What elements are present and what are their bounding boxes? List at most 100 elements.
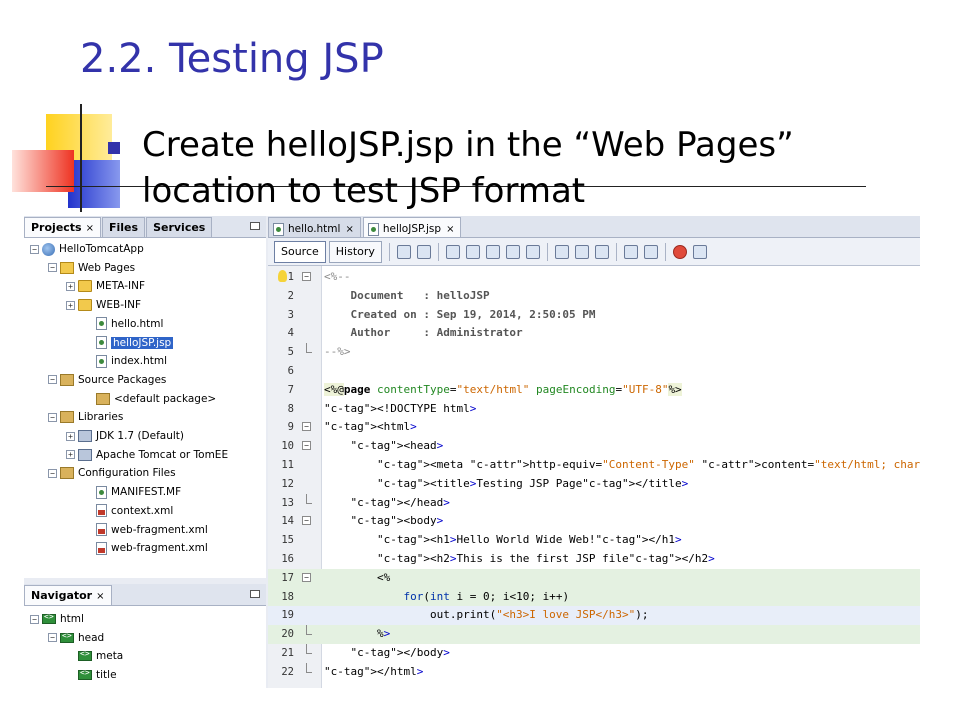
forward-history-icon[interactable] xyxy=(416,244,431,259)
bullet-square-icon xyxy=(108,142,120,154)
expand-icon[interactable]: + xyxy=(66,300,75,310)
code-line[interactable]: 1− <%-- xyxy=(268,268,920,287)
back-history-icon[interactable] xyxy=(396,244,411,259)
tree-node[interactable]: − Source Packages xyxy=(48,371,166,389)
editor-tab-hellojsp[interactable]: helloJSP.jsp × xyxy=(362,217,462,237)
history-button[interactable]: History xyxy=(328,240,382,263)
find-previous-icon[interactable] xyxy=(465,244,480,259)
expand-icon[interactable]: + xyxy=(66,450,75,460)
shift-right-icon[interactable] xyxy=(643,244,658,259)
tree-node-label: WEB-INF xyxy=(96,299,141,312)
navigator-node[interactable]: − html xyxy=(30,610,84,628)
collapse-icon[interactable]: − xyxy=(48,412,57,422)
tab-navigator[interactable]: Navigator × xyxy=(24,585,112,605)
find-icon[interactable] xyxy=(445,244,460,259)
slide-title: 2.2. Testing JSP xyxy=(80,36,384,82)
tree-node[interactable]: hello.html xyxy=(84,315,163,333)
code-line[interactable]: 15 "c-tag"><h1>Hello World Wide Web!"c-t… xyxy=(268,531,920,550)
minimize-icon[interactable] xyxy=(250,590,260,598)
tree-node[interactable]: web-fragment.xml xyxy=(84,539,208,557)
toggle-highlight-icon[interactable] xyxy=(525,244,540,259)
close-icon[interactable]: × xyxy=(86,223,94,234)
code-line[interactable]: 11 "c-tag"><meta "c-attr">http-equiv="Co… xyxy=(268,456,920,475)
tree-node[interactable]: − Configuration Files xyxy=(48,464,176,482)
code-line[interactable]: 5 --%> xyxy=(268,343,920,362)
code-line[interactable]: 12 "c-tag"><title>Testing JSP Page"c-tag… xyxy=(268,475,920,494)
close-icon[interactable]: × xyxy=(96,591,104,602)
collapse-icon[interactable]: − xyxy=(48,468,57,478)
close-icon[interactable]: × xyxy=(446,224,454,235)
fold-collapse-icon[interactable]: − xyxy=(302,422,311,432)
toolbar-separator xyxy=(546,242,548,261)
collapse-icon[interactable]: − xyxy=(48,375,57,385)
fold-end-marker xyxy=(306,493,312,504)
tab-services[interactable]: Services xyxy=(146,217,213,237)
code-line[interactable]: 13 "c-tag"></head> xyxy=(268,493,920,513)
expand-icon[interactable]: + xyxy=(66,281,75,291)
code-line[interactable]: 18 for(int i = 0; i<10; i++) xyxy=(268,587,920,607)
fold-collapse-icon[interactable]: − xyxy=(302,272,311,281)
shift-left-icon[interactable] xyxy=(623,244,638,259)
next-bookmark-icon[interactable] xyxy=(574,244,589,259)
code-text: "c-tag"><title>Testing JSP Page"c-tag"><… xyxy=(376,476,689,490)
code-line[interactable]: 21 "c-tag"></body> xyxy=(268,644,920,663)
tree-node-label: Source Packages xyxy=(78,373,167,386)
start-macro-recording-icon[interactable] xyxy=(672,244,687,259)
tree-node[interactable]: web-fragment.xml xyxy=(84,521,208,539)
tab-files[interactable]: Files xyxy=(102,217,146,237)
tree-node-label: helloJSP.jsp xyxy=(111,336,174,349)
tree-node[interactable]: <default package> xyxy=(84,390,216,408)
stop-macro-recording-icon[interactable] xyxy=(692,244,707,259)
code-line[interactable]: 2 Document : helloJSP xyxy=(268,287,920,306)
tree-node[interactable]: − HelloTomcatApp xyxy=(30,240,144,258)
code-line[interactable]: 7 <%@page contentType="text/html" pageEnc… xyxy=(268,381,920,400)
tree-node[interactable]: − Libraries xyxy=(48,408,123,426)
code-line[interactable]: 16 "c-tag"><h2>This is the first JSP fil… xyxy=(268,550,920,569)
fold-collapse-icon[interactable]: − xyxy=(302,516,311,526)
close-icon[interactable]: × xyxy=(345,224,353,235)
collapse-icon[interactable]: − xyxy=(30,614,39,624)
tree-node[interactable]: + META-INF xyxy=(66,277,145,295)
code-line[interactable]: 8 "c-tag"><!DOCTYPE html> xyxy=(268,400,920,419)
tree-node[interactable]: index.html xyxy=(84,352,167,370)
tree-node[interactable]: MANIFEST.MF xyxy=(84,483,181,501)
toggle-bookmark-icon[interactable] xyxy=(594,244,609,259)
find-selection-icon[interactable] xyxy=(505,244,520,259)
tree-node[interactable]: + JDK 1.7 (Default) xyxy=(66,427,184,445)
line-number: 15 xyxy=(281,534,294,547)
code-line[interactable]: 4 Author : Administrator xyxy=(268,324,920,343)
hint-lightbulb-icon[interactable] xyxy=(278,270,287,282)
code-line[interactable]: 20 %> xyxy=(268,625,920,644)
fold-collapse-icon[interactable]: − xyxy=(302,572,311,582)
tree-node[interactable]: − Web Pages xyxy=(48,259,135,277)
navigator-node[interactable]: − head xyxy=(48,629,104,647)
tree-node[interactable]: context.xml xyxy=(84,502,173,520)
editor-tab-hello-html[interactable]: hello.html × xyxy=(268,217,361,237)
minimize-icon[interactable] xyxy=(250,222,260,230)
fold-collapse-icon[interactable]: − xyxy=(302,441,311,451)
tree-node[interactable]: + Apache Tomcat or TomEE xyxy=(66,446,228,464)
code-line[interactable]: 14− "c-tag"><body> xyxy=(268,512,920,531)
navigator-node[interactable]: title xyxy=(66,666,117,684)
code-line[interactable]: 6 xyxy=(268,362,920,381)
line-number: 20 xyxy=(281,628,294,641)
code-line[interactable]: 19 out.print("<h3>I love JSP</h3>"); xyxy=(268,606,920,626)
tree-node[interactable]: + WEB-INF xyxy=(66,296,141,314)
code-line[interactable]: 22 "c-tag"></html> xyxy=(268,662,920,682)
source-button[interactable]: Source xyxy=(274,240,326,263)
code-line[interactable]: 17− <% xyxy=(268,568,920,588)
tree-node[interactable]: helloJSP.jsp xyxy=(84,334,174,352)
code-line[interactable]: 10− "c-tag"><head> xyxy=(268,437,920,456)
collapse-icon[interactable]: − xyxy=(48,633,57,643)
code-line[interactable]: 9− "c-tag"><html> xyxy=(268,418,920,437)
code-text: for(int i = 0; i<10; i++) xyxy=(403,589,570,603)
collapse-icon[interactable]: − xyxy=(48,263,57,273)
previous-bookmark-icon[interactable] xyxy=(554,244,569,259)
code-editor[interactable]: 1− <%-- 2 Document : helloJSP 3 Created on … xyxy=(268,266,920,688)
collapse-icon[interactable]: − xyxy=(30,244,39,254)
code-line[interactable]: 3 Created on : Sep 19, 2014, 2:50:05 PM xyxy=(268,306,920,325)
navigator-node[interactable]: meta xyxy=(66,647,123,665)
find-next-icon[interactable] xyxy=(485,244,500,259)
tab-projects[interactable]: Projects × xyxy=(24,217,101,237)
expand-icon[interactable]: + xyxy=(66,431,75,441)
